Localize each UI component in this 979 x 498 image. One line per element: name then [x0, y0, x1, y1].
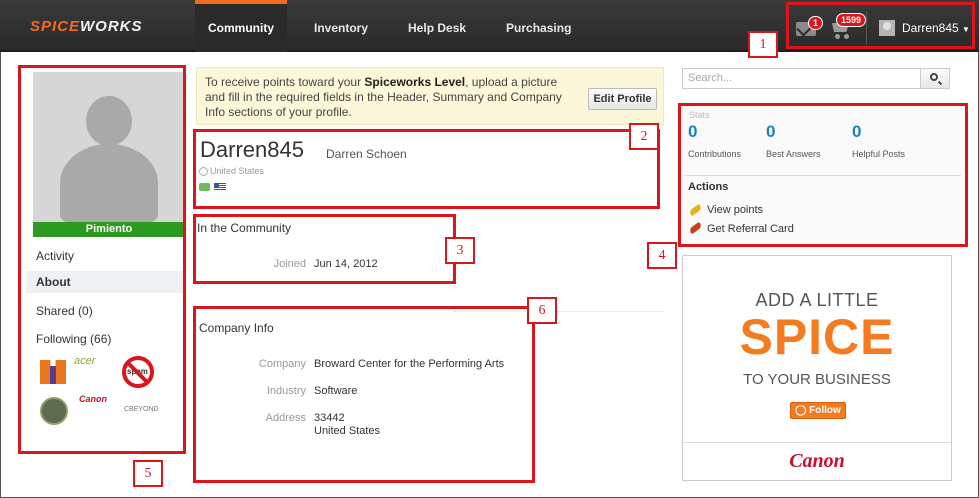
annotation-number-5: 5	[133, 460, 163, 487]
ad-brand-logo: Canon	[789, 450, 845, 472]
follow-icon: ◯	[795, 405, 807, 416]
spiceworks-logo[interactable]: SPICEWORKS	[30, 18, 143, 35]
annotation-box-4	[678, 103, 968, 247]
annotation-number-2: 2	[629, 123, 659, 150]
annotation-number-1: 1	[748, 31, 778, 58]
annotation-box-6	[193, 306, 535, 483]
annotation-box-1	[786, 2, 975, 49]
annotation-number-4: 4	[647, 242, 677, 269]
ad-divider	[683, 442, 951, 443]
annotation-box-5	[18, 65, 186, 454]
ad-follow-label: Follow	[809, 405, 841, 416]
notice-text: To receive points toward your Spiceworks…	[205, 75, 562, 119]
search-placeholder: Search...	[688, 72, 733, 84]
annotation-number-6: 6	[527, 297, 557, 324]
annotation-number-3: 3	[445, 237, 475, 264]
advertisement[interactable]: ADD A LITTLE SPICE TO YOUR BUSINESS ◯ Fo…	[682, 255, 952, 481]
main-nav: Community Inventory Help Desk Purchasing	[195, 0, 598, 52]
notice-level-link: Spiceworks Level	[364, 75, 466, 89]
nav-community[interactable]: Community	[195, 0, 287, 52]
logo-suffix: WORKS	[80, 18, 143, 35]
annotation-box-3	[193, 214, 456, 284]
nav-inventory[interactable]: Inventory	[301, 0, 381, 52]
ad-follow-button[interactable]: ◯ Follow	[790, 402, 846, 419]
profile-notice: To receive points toward your Spiceworks…	[196, 67, 664, 125]
logo-prefix: SPICE	[30, 18, 81, 35]
search-input[interactable]: Search...	[682, 68, 950, 89]
ad-line-3: TO YOUR BUSINESS	[743, 371, 891, 388]
search-button[interactable]	[920, 68, 950, 89]
annotation-box-2	[193, 129, 660, 209]
ad-line-2: SPICE	[739, 309, 895, 365]
nav-help-desk[interactable]: Help Desk	[395, 0, 479, 52]
nav-purchasing[interactable]: Purchasing	[493, 0, 584, 52]
edit-profile-button[interactable]: Edit Profile	[588, 88, 657, 110]
search-icon	[930, 73, 938, 81]
